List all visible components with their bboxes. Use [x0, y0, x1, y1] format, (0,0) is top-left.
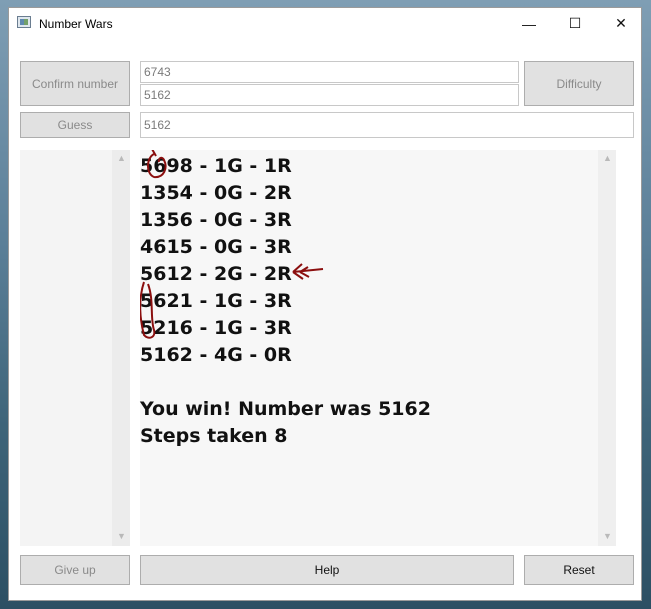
minimize-button[interactable]: — — [506, 8, 552, 39]
handwritten-annotations — [140, 150, 324, 339]
window-title: Number Wars — [39, 17, 113, 31]
guess-input[interactable]: 5162 — [140, 112, 634, 138]
scroll-up-icon[interactable]: ▲ — [117, 153, 126, 163]
scroll-down-icon[interactable]: ▼ — [117, 531, 126, 541]
scroll-down-icon[interactable]: ▼ — [603, 531, 612, 541]
guess-history-log: 5698 - 1G - 1R 1354 - 0G - 2R 1356 - 0G … — [140, 150, 616, 546]
give-up-button[interactable]: Give up — [20, 555, 130, 585]
help-button[interactable]: Help — [140, 555, 514, 585]
maximize-icon: ☐ — [568, 15, 582, 31]
left-panel: ▲ ▼ — [20, 150, 130, 546]
close-icon: ✕ — [615, 15, 627, 31]
title-bar[interactable]: Number Wars — ☐ ✕ — [9, 8, 641, 39]
guess-button[interactable]: Guess — [20, 112, 130, 138]
close-button[interactable]: ✕ — [598, 8, 644, 39]
bracket-mark-icon — [140, 281, 156, 339]
app-window: Number Wars — ☐ ✕ Confirm number 6743 51… — [8, 7, 642, 601]
minimize-icon: — — [522, 15, 536, 32]
arrow-mark-icon — [292, 263, 324, 280]
app-icon — [17, 16, 31, 28]
confirmed-number-field[interactable]: 5162 — [140, 84, 519, 106]
circle-mark-icon — [147, 153, 167, 179]
maximize-button[interactable]: ☐ — [552, 8, 598, 39]
difficulty-button[interactable]: Difficulty — [524, 61, 634, 106]
left-panel-scrollbar[interactable]: ▲ ▼ — [112, 150, 130, 546]
scroll-up-icon[interactable]: ▲ — [603, 153, 612, 163]
reset-button[interactable]: Reset — [524, 555, 634, 585]
confirm-number-button[interactable]: Confirm number — [20, 61, 130, 106]
log-scrollbar[interactable]: ▲ ▼ — [598, 150, 616, 546]
secret-number-field[interactable]: 6743 — [140, 61, 519, 83]
